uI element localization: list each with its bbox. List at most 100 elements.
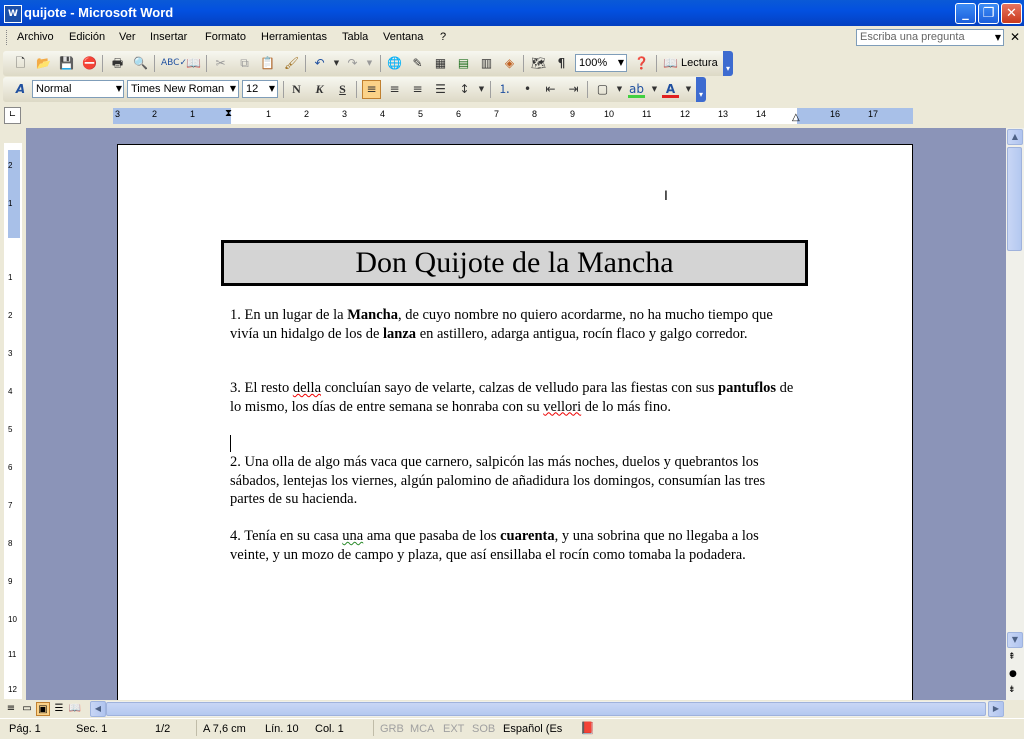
menu-ventana[interactable]: Ventana <box>383 31 423 43</box>
cut-icon[interactable]: ✂ <box>212 55 229 72</box>
menu-edicion[interactable]: Edición <box>69 31 105 43</box>
paste-icon[interactable]: 📋 <box>259 55 276 72</box>
status-track-changes[interactable]: MCA <box>410 723 434 735</box>
numbering-icon[interactable]: ⒈ <box>496 81 513 98</box>
style-dropdown-icon[interactable]: ▼ <box>113 81 125 97</box>
reading-view-icon[interactable]: 📖 <box>68 702 82 716</box>
reading-layout-icon[interactable]: 📖 <box>662 55 679 72</box>
previous-page-icon[interactable]: ⇞ <box>1008 652 1016 662</box>
status-extend-selection[interactable]: EXT <box>443 723 464 735</box>
borders-icon[interactable]: ▢ <box>594 81 611 98</box>
line-spacing-dropdown-icon[interactable]: ▼ <box>473 81 490 98</box>
toolbar-options-icon[interactable]: ▾ <box>723 51 733 76</box>
highlight-dropdown-icon[interactable]: ▼ <box>646 81 663 98</box>
font-color-icon[interactable]: A <box>662 81 679 98</box>
font-size-dropdown-icon[interactable]: ▼ <box>266 81 278 97</box>
font-combo[interactable]: Times New Roman <box>127 80 239 98</box>
menu-insertar[interactable]: Insertar <box>150 31 187 43</box>
first-line-indent-marker[interactable]: ⧗ <box>225 108 232 119</box>
close-window-button[interactable]: ✕ <box>1001 3 1022 24</box>
print-preview-icon[interactable]: 🔍 <box>132 55 149 72</box>
scroll-up-icon[interactable]: ▲ <box>1007 129 1023 145</box>
columns-icon[interactable]: ▥ <box>478 55 495 72</box>
next-page-icon[interactable]: ⇟ <box>1008 685 1016 695</box>
status-language[interactable]: Español (Es <box>503 723 562 735</box>
increase-indent-icon[interactable]: ⇥ <box>565 81 582 98</box>
insert-excel-icon[interactable]: ▤ <box>455 55 472 72</box>
menu-herramientas[interactable]: Herramientas <box>261 31 327 43</box>
document-title[interactable]: Don Quijote de la Mancha <box>221 240 808 286</box>
scroll-down-icon[interactable]: ▼ <box>1007 632 1023 648</box>
toolbar-options-icon[interactable]: ▾ <box>696 77 706 102</box>
hyperlink-icon[interactable]: 🌐 <box>386 55 403 72</box>
align-center-icon[interactable]: ≡ <box>386 81 403 98</box>
open-folder-icon[interactable]: 📂 <box>35 55 52 72</box>
insert-table-icon[interactable]: ▦ <box>432 55 449 72</box>
print-icon[interactable]: 🖶 <box>109 55 126 72</box>
document-map-icon[interactable]: 🗺 <box>530 55 547 72</box>
status-overtype[interactable]: SOB <box>472 723 495 735</box>
restore-button[interactable]: ❐ <box>978 3 999 24</box>
select-browse-object-icon[interactable]: ● <box>1009 669 1017 679</box>
horizontal-scroll-thumb[interactable] <box>106 702 986 716</box>
highlight-icon[interactable]: ab <box>628 81 645 98</box>
print-layout-view-icon[interactable]: ▣ <box>36 702 50 716</box>
styles-formatting-icon[interactable]: A <box>12 81 29 98</box>
italic-button[interactable]: K <box>311 81 328 98</box>
font-color-dropdown-icon[interactable]: ▼ <box>680 81 697 98</box>
help-icon[interactable]: ❓ <box>633 55 650 72</box>
align-left-icon[interactable]: ≡ <box>362 80 381 99</box>
new-document-icon[interactable]: 🗋 <box>12 55 29 72</box>
minimize-button[interactable]: _ <box>955 3 976 24</box>
paragraph-4[interactable]: 4. Tenía en su casa una ama que pasaba d… <box>230 527 800 564</box>
tab-selector-icon[interactable]: ∟ <box>4 107 21 124</box>
paragraph-1[interactable]: 1. En un lugar de la Mancha, de cuyo nom… <box>230 306 800 343</box>
close-document-button[interactable]: ✕ <box>1010 30 1020 44</box>
web-layout-view-icon[interactable]: ▭ <box>20 702 34 716</box>
menu-help[interactable]: ? <box>440 31 446 43</box>
permission-icon[interactable]: ⛔ <box>81 55 98 72</box>
menu-ver[interactable]: Ver <box>119 31 136 43</box>
style-combo[interactable]: Normal <box>32 80 124 98</box>
word-app-icon[interactable]: W <box>4 5 22 23</box>
justify-icon[interactable]: ☰ <box>432 81 449 98</box>
ask-question-input[interactable]: Escriba una pregunta <box>856 29 1004 46</box>
underline-button[interactable]: S <box>334 81 351 98</box>
ask-dropdown-arrow[interactable]: ▼ <box>992 30 1004 45</box>
scroll-right-icon[interactable]: ▶ <box>988 701 1004 717</box>
tables-borders-icon[interactable]: ✎ <box>409 55 426 72</box>
normal-view-icon[interactable]: ≡ <box>4 702 18 716</box>
bullets-icon[interactable]: • <box>519 81 536 98</box>
paragraph-2[interactable]: 2. Una olla de algo más vaca que carnero… <box>230 453 800 509</box>
reading-layout-button[interactable]: Lectura <box>681 57 718 69</box>
undo-dropdown-icon[interactable]: ▼ <box>328 55 345 72</box>
decrease-indent-icon[interactable]: ⇤ <box>542 81 559 98</box>
line-spacing-icon[interactable]: ↕ <box>456 81 473 98</box>
redo-dropdown-icon[interactable]: ▼ <box>361 55 378 72</box>
menu-grip[interactable] <box>6 30 10 45</box>
menu-formato[interactable]: Formato <box>205 31 246 43</box>
borders-dropdown-icon[interactable]: ▼ <box>611 81 628 98</box>
status-record-macro[interactable]: GRB <box>380 723 404 735</box>
redo-icon[interactable]: ↷ <box>344 55 361 72</box>
document-page[interactable] <box>117 144 913 704</box>
research-icon[interactable]: 📖 <box>185 55 202 72</box>
vertical-scroll-thumb[interactable] <box>1007 147 1022 251</box>
bold-button[interactable]: N <box>288 81 305 98</box>
save-icon[interactable]: 💾 <box>58 55 75 72</box>
spelling-icon[interactable]: ABC✓ <box>161 55 187 72</box>
spelling-status-icon[interactable]: 📕 <box>580 721 595 735</box>
align-right-icon[interactable]: ≡ <box>409 81 426 98</box>
menu-tabla[interactable]: Tabla <box>342 31 368 43</box>
undo-icon[interactable]: ↶ <box>311 55 328 72</box>
zoom-dropdown-icon[interactable]: ▼ <box>615 55 627 71</box>
menu-archivo[interactable]: Archivo <box>17 31 54 43</box>
show-formatting-icon[interactable]: ¶ <box>553 55 570 72</box>
format-painter-icon[interactable]: 🖌 <box>283 55 300 72</box>
copy-icon[interactable]: ⧉ <box>236 55 253 72</box>
outline-view-icon[interactable]: ☰ <box>52 702 66 716</box>
font-dropdown-icon[interactable]: ▼ <box>227 81 239 97</box>
drawing-icon[interactable]: ◈ <box>501 55 518 72</box>
right-indent-marker[interactable]: △ <box>792 112 800 123</box>
paragraph-3[interactable]: 3. El resto della concluían sayo de vela… <box>230 379 800 416</box>
